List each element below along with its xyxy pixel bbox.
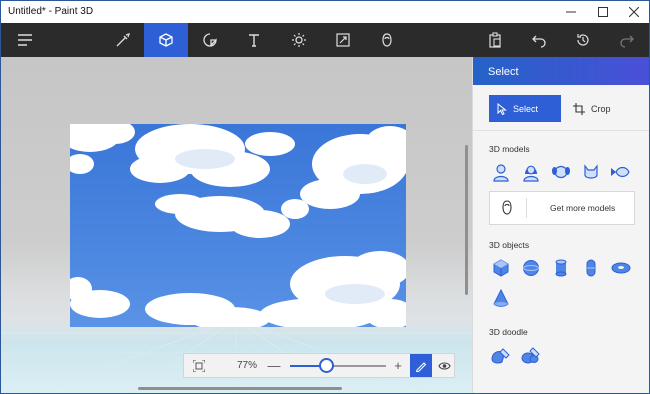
text-tool[interactable]: [232, 23, 276, 57]
panel-header: Select: [473, 57, 649, 85]
dog-model-icon: [552, 165, 570, 179]
capsule-button[interactable]: [579, 256, 603, 280]
horizontal-scrollbar[interactable]: [138, 387, 342, 390]
brushes-tool[interactable]: [101, 23, 145, 57]
sphere-icon: [523, 260, 539, 276]
history-icon: [577, 34, 589, 46]
zoom-slider-thumb[interactable]: [319, 358, 334, 373]
fit-to-window-button[interactable]: [188, 354, 210, 377]
effects-icon: [292, 33, 306, 47]
fish-model-button[interactable]: [609, 160, 633, 184]
paste-button[interactable]: [473, 23, 517, 57]
soft-doodle-button[interactable]: [519, 343, 543, 367]
cursor-icon: [497, 102, 507, 115]
redo-button[interactable]: [605, 23, 649, 57]
menu-button[interactable]: [3, 23, 47, 57]
sphere-button[interactable]: [519, 256, 543, 280]
paste-icon: [489, 32, 501, 48]
paint3d-window: Untitled* - Paint 3D 77% — + Select Sele…: [0, 0, 650, 394]
zoom-bar: 77% — +: [183, 353, 455, 378]
canvas-icon: [336, 33, 350, 47]
side-panel: Select Select Crop 3D models Get more mo…: [472, 57, 649, 393]
maximize-button[interactable]: [588, 1, 618, 23]
title-bar: Untitled* - Paint 3D: [1, 1, 649, 23]
cat-model-icon: [584, 164, 598, 179]
undo-icon: [532, 35, 546, 48]
sharp-doodle-icon: [491, 348, 510, 364]
maximize-icon: [598, 7, 608, 17]
3d-library-icon: [500, 200, 514, 219]
models-section-label: 3D models: [489, 144, 530, 154]
crop-button[interactable]: Crop: [565, 95, 625, 122]
get-more-models-button[interactable]: Get more models: [489, 191, 635, 225]
minimize-icon: [566, 11, 576, 13]
crop-label: Crop: [591, 103, 611, 114]
fish-model-icon: [611, 166, 630, 178]
3d-library-tool[interactable]: [365, 23, 409, 57]
man-model-icon: [493, 164, 509, 182]
sharp-doodle-button[interactable]: [489, 343, 513, 367]
pen-icon: [415, 361, 427, 372]
panel-title: Select: [488, 66, 519, 78]
select-button[interactable]: Select: [489, 95, 561, 122]
main-toolbar: [1, 23, 649, 57]
donut-button[interactable]: [609, 256, 633, 280]
cone-icon: [493, 288, 509, 307]
redo-icon: [620, 35, 634, 48]
doodle-section-label: 3D doodle: [489, 327, 528, 337]
objects-section-label: 3D objects: [489, 240, 530, 250]
3d-library-icon: [382, 33, 392, 47]
sky-clouds-picture: [70, 124, 406, 327]
donut-icon: [611, 262, 631, 274]
woman-model-icon: [523, 165, 539, 182]
canvas-area[interactable]: 77% — +: [1, 57, 472, 393]
zoom-slider[interactable]: [290, 358, 386, 373]
canvas-tool[interactable]: [321, 23, 365, 57]
sky-image[interactable]: [70, 124, 406, 327]
effects-tool[interactable]: [277, 23, 321, 57]
stickers-tool[interactable]: [188, 23, 232, 57]
minimize-button[interactable]: [556, 1, 586, 23]
select-label: Select: [513, 103, 539, 114]
zoom-out-button[interactable]: —: [266, 354, 282, 377]
view-3d-button[interactable]: [434, 354, 454, 377]
brushes-icon: [116, 32, 131, 47]
eye-icon: [437, 361, 451, 370]
woman-model-button[interactable]: [519, 160, 543, 184]
zoom-percentage: 77%: [236, 360, 257, 371]
fit-screen-icon: [193, 359, 205, 372]
close-icon: [629, 7, 639, 17]
3d-shapes-icon: [159, 33, 173, 47]
soft-doodle-icon: [521, 347, 540, 364]
vertical-scrollbar[interactable]: [465, 145, 468, 295]
3d-shapes-tool[interactable]: [144, 23, 188, 57]
close-button[interactable]: [619, 1, 649, 23]
cat-model-button[interactable]: [579, 160, 603, 184]
undo-button[interactable]: [517, 23, 561, 57]
cylinder-icon: [555, 259, 567, 277]
crop-icon: [573, 102, 585, 115]
draw-mode-button[interactable]: [410, 354, 432, 377]
menu-icon: [18, 34, 32, 46]
history-button[interactable]: [561, 23, 605, 57]
dog-model-button[interactable]: [549, 160, 573, 184]
cube-icon: [493, 259, 509, 277]
get-more-models-label: Get more models: [550, 203, 616, 213]
stickers-icon: [203, 33, 217, 47]
cube-button[interactable]: [489, 256, 513, 280]
capsule-icon: [586, 259, 596, 277]
man-model-button[interactable]: [489, 160, 513, 184]
more-separator: [526, 198, 527, 218]
zoom-in-button[interactable]: +: [390, 354, 406, 377]
cylinder-button[interactable]: [549, 256, 573, 280]
panel-divider: [473, 130, 649, 131]
window-title: Untitled* - Paint 3D: [8, 6, 94, 17]
text-icon: [249, 34, 259, 47]
cone-button[interactable]: [489, 286, 513, 310]
